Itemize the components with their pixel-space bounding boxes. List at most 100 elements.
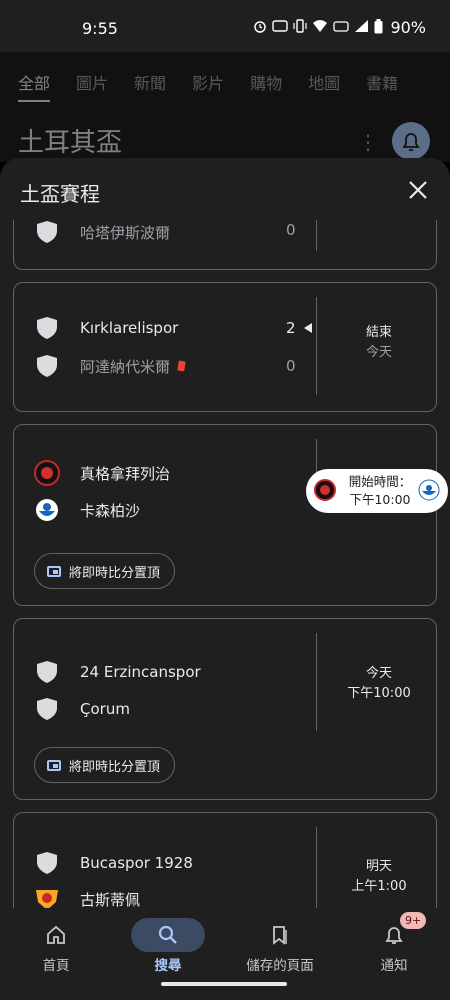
search-tabs: 全部 圖片 新聞 影片 購物 地圖 書籍 (18, 70, 398, 102)
home-icon (25, 918, 87, 952)
status-line2: 上午1:00 (351, 879, 407, 894)
shield-icon (34, 850, 60, 876)
notification-badge: 9+ (400, 912, 427, 929)
match-status: 今天 下午10:00 (324, 664, 434, 704)
nav-saved-label: 儲存的頁面 (246, 958, 314, 974)
tooltip-line1: 開始時間： (348, 474, 412, 489)
wifi-icon (312, 19, 328, 36)
home-score: 0 (286, 221, 296, 239)
home-team-name: Kırklarelispor (80, 319, 179, 337)
match-status: 明天 上午1:00 (324, 857, 434, 897)
status-line2: 今天 (365, 345, 392, 360)
home-team-name: 24 Erzincanspor (80, 663, 201, 681)
match-card[interactable]: Bucaspor 1928 古斯蒂佩 明天 上午1:00 (13, 812, 437, 908)
divider (316, 827, 317, 908)
pin-live-score-label: 將即時比分置頂 (69, 565, 161, 581)
tooltip-line2: 下午10:00 (349, 492, 411, 507)
home-team: Kırklarelispor (34, 315, 178, 341)
away-team-name: 古斯蒂佩 (80, 890, 141, 909)
battery-percent: 90% (390, 18, 426, 37)
club-crest-icon (34, 497, 60, 523)
tab-images[interactable]: 圖片 (76, 70, 108, 102)
pin-live-score-button[interactable]: 將即時比分置頂 (34, 553, 176, 589)
tab-shopping[interactable]: 購物 (250, 70, 282, 102)
picture-in-picture-icon (47, 759, 61, 771)
away-team-name: 卡森柏沙 (80, 501, 141, 520)
status-time: 9:55 (82, 19, 118, 38)
status-icons: 90% (253, 18, 426, 37)
tab-news[interactable]: 新聞 (134, 70, 166, 102)
bookmarks-icon (249, 918, 311, 952)
background-search-page: 全部 圖片 新聞 影片 購物 地圖 書籍 土耳其盃 ⋮ (0, 52, 450, 162)
status-line2: 下午10:00 (347, 686, 411, 701)
away-club-crest-icon (418, 479, 440, 501)
nav-search-label: 搜尋 (154, 958, 182, 974)
club-crest-icon (34, 460, 60, 486)
match-card[interactable]: Kırklarelispor 2 阿達納代米爾 0 結束 今天 (13, 282, 437, 412)
vibrate-icon (293, 19, 308, 36)
tab-books[interactable]: 書籍 (366, 70, 398, 102)
nav-saved[interactable]: 儲存的頁面 (224, 908, 336, 988)
home-team-name: 真格拿拜列治 (80, 464, 171, 483)
pin-live-score-label: 將即時比分置頂 (69, 759, 161, 775)
away-team-name: 阿達納代米爾 (80, 357, 171, 376)
tab-maps[interactable]: 地圖 (308, 70, 340, 102)
battery-icon (374, 18, 383, 37)
alarm-icon (253, 19, 267, 36)
search-icon (131, 918, 205, 952)
status-line1: 結束 (365, 325, 392, 340)
sheet-header: 土盃賽程 (0, 158, 450, 220)
bell-add-icon (402, 133, 420, 151)
club-crest-icon (34, 886, 60, 908)
nav-home-label: 首頁 (42, 958, 70, 974)
more-vert-icon[interactable]: ⋮ (358, 130, 378, 154)
away-team: 阿達納代米爾 (34, 353, 186, 379)
fixtures-sheet: 土盃賽程 哈塔伊斯波爾 0 Kırklarelispor 2 阿達納代米爾 0 … (0, 158, 450, 908)
tab-all[interactable]: 全部 (18, 70, 51, 102)
home-team: Bucaspor 1928 (34, 850, 193, 876)
query-title: 土耳其盃 (18, 128, 123, 158)
picture-in-picture-icon (47, 565, 61, 577)
nav-search[interactable]: 搜尋 (112, 908, 224, 988)
red-card-icon (177, 360, 186, 372)
shield-icon (34, 219, 60, 245)
nav-notifications[interactable]: 9+ 通知 (338, 908, 450, 988)
home-team: 24 Erzincanspor (34, 659, 201, 685)
home-team: 哈塔伊斯波爾 (34, 219, 170, 245)
away-team: 卡森柏沙 (34, 497, 140, 523)
home-team: 真格拿拜列治 (34, 460, 170, 486)
home-team-name: Bucaspor 1928 (80, 854, 193, 872)
bottom-navigation: 首頁 搜尋 儲存的頁面 9+ 通知 (0, 908, 450, 1000)
match-card[interactable]: 真格拿拜列治 卡森柏沙 將即時比分置頂 (13, 424, 437, 606)
nfc-icon (272, 19, 289, 36)
home-team-name: 哈塔伊斯波爾 (80, 223, 171, 242)
shield-icon (34, 353, 60, 379)
volte-icon (333, 19, 350, 36)
match-status: 結束 今天 (324, 323, 434, 363)
pin-live-score-button[interactable]: 將即時比分置頂 (34, 747, 176, 783)
nav-notifications-label: 通知 (380, 958, 408, 974)
home-score: 2 (286, 319, 296, 337)
away-team: 古斯蒂佩 (34, 886, 140, 908)
tab-videos[interactable]: 影片 (192, 70, 224, 102)
close-button[interactable] (404, 176, 432, 204)
status-line1: 明天 (365, 859, 392, 874)
signal-icon (354, 19, 369, 36)
shield-icon (34, 659, 60, 685)
status-line1: 今天 (365, 666, 392, 681)
shield-icon (34, 315, 60, 341)
match-card[interactable]: 24 Erzincanspor Çorum 今天 下午10:00 將即時比分置頂 (13, 618, 437, 800)
nav-home[interactable]: 首頁 (0, 908, 112, 988)
tooltip-text: 開始時間： 下午10:00 (342, 473, 418, 509)
start-time-tooltip: 開始時間： 下午10:00 (306, 469, 448, 513)
home-indicator[interactable] (161, 982, 287, 986)
home-club-crest-icon (314, 479, 336, 501)
divider (316, 297, 317, 395)
away-score: 0 (286, 357, 296, 375)
away-team: Çorum (34, 696, 130, 722)
notify-bell-button[interactable] (392, 122, 430, 160)
close-icon (409, 181, 427, 199)
divider (316, 633, 317, 731)
shield-icon (34, 696, 60, 722)
away-team-name: Çorum (80, 700, 130, 718)
